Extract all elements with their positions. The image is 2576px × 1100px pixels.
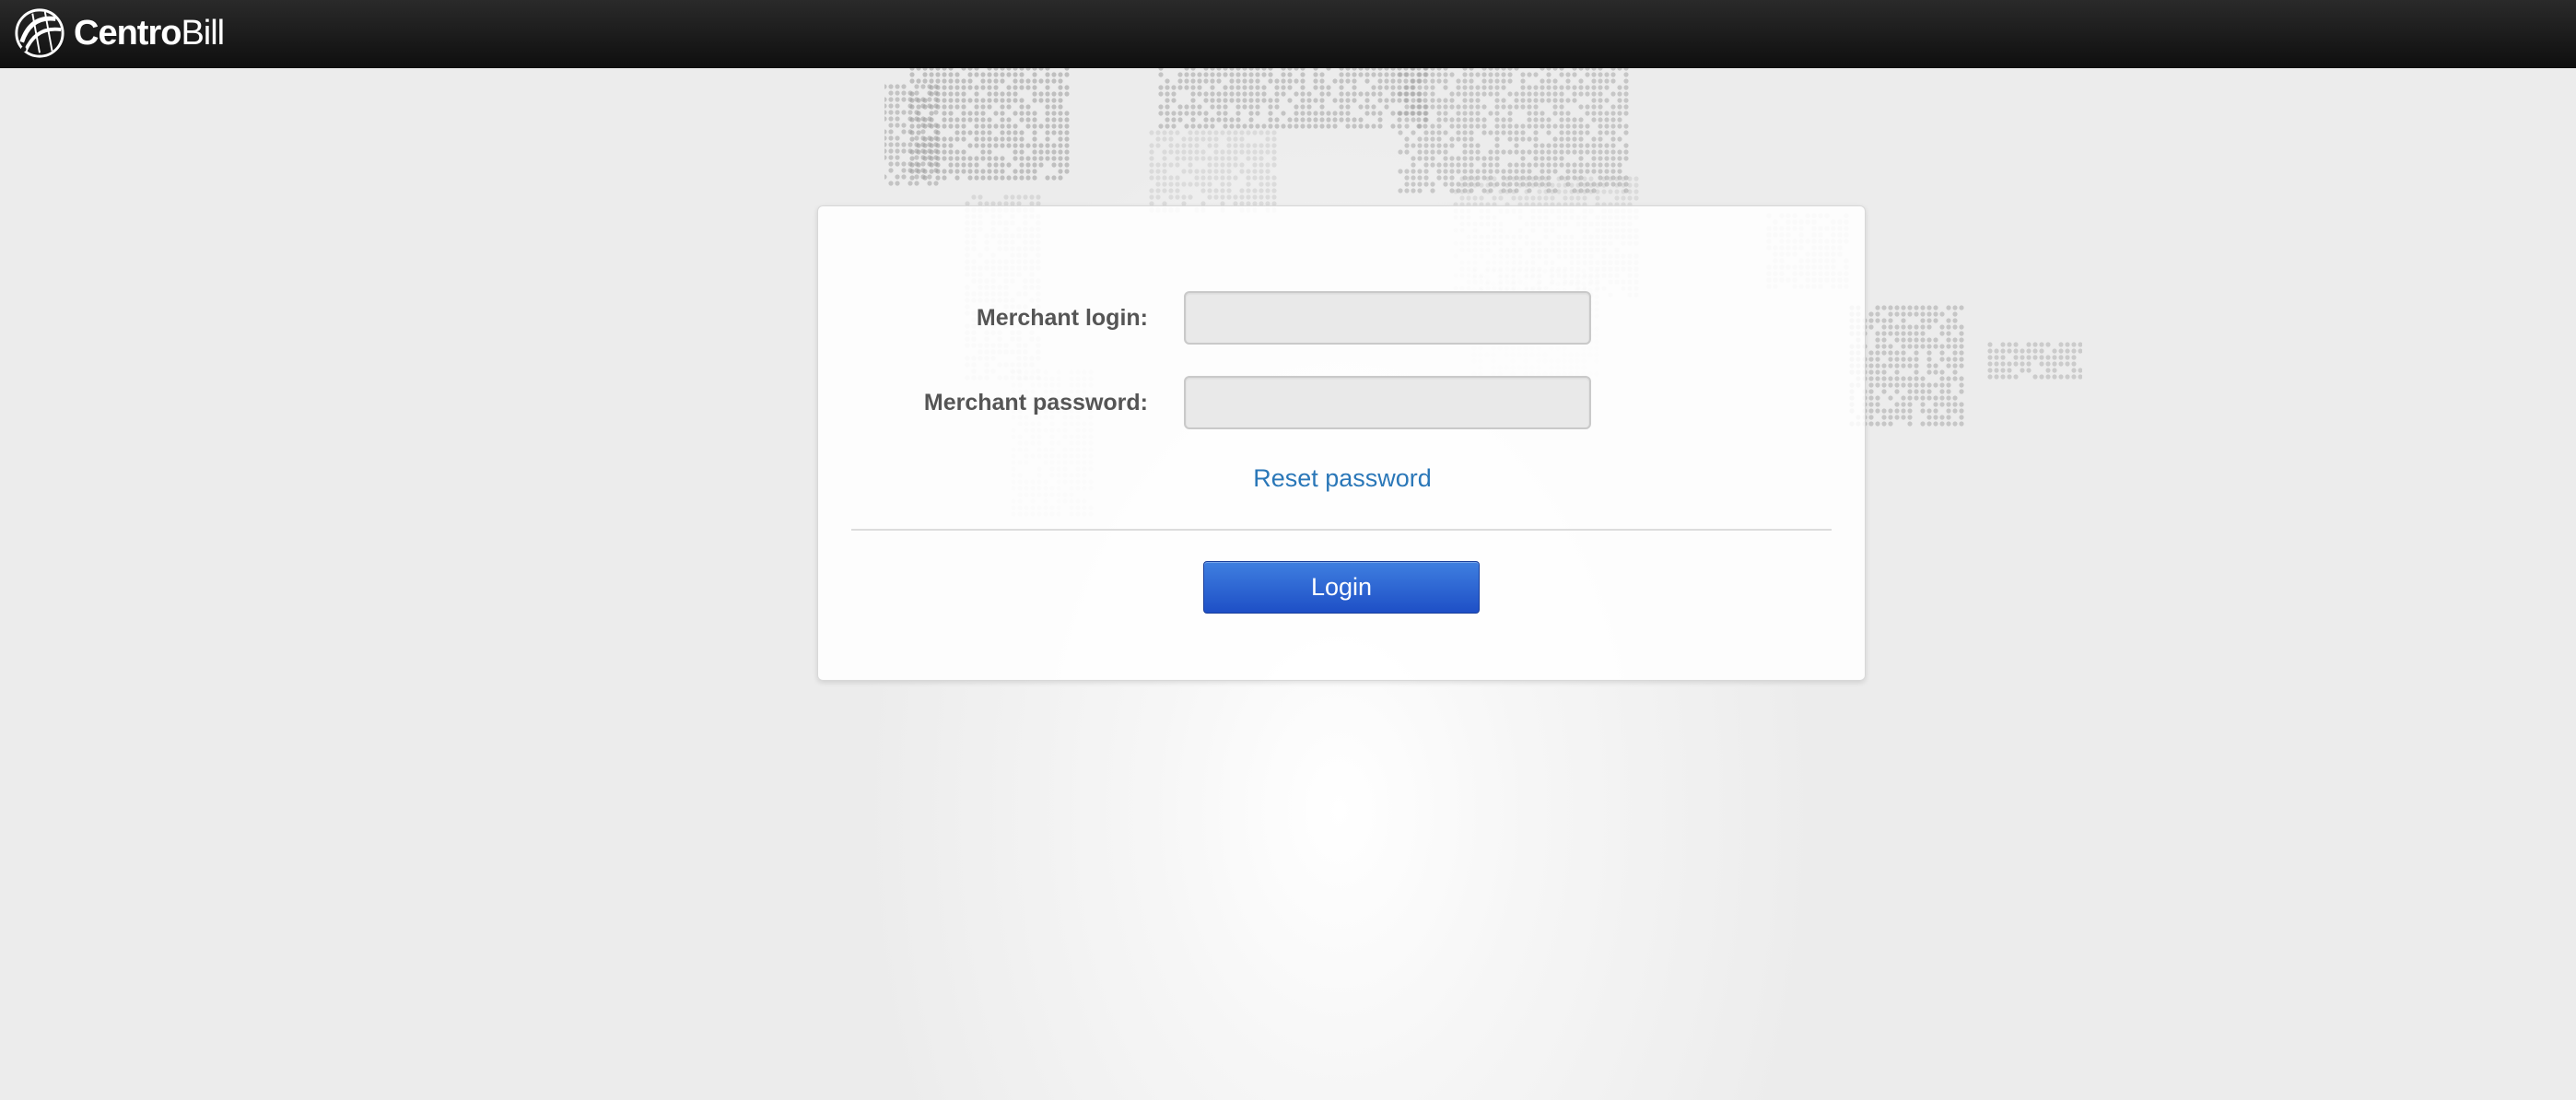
globe-swirl-icon xyxy=(15,8,64,58)
password-row: Merchant password: xyxy=(818,376,1865,429)
logo-text-bold: Centro xyxy=(74,13,181,53)
merchant-login-input[interactable] xyxy=(1184,291,1591,345)
logo-text-light: Bill xyxy=(181,13,225,53)
login-row: Merchant login: xyxy=(818,291,1865,345)
reset-password-link[interactable]: Reset password xyxy=(818,464,1867,493)
login-button[interactable]: Login xyxy=(1203,561,1480,614)
merchant-password-input[interactable] xyxy=(1184,376,1591,429)
top-bar: CentroBill xyxy=(0,0,2576,68)
login-panel: Merchant login: Merchant password: Reset… xyxy=(817,205,1866,681)
centrobill-logo[interactable]: CentroBill xyxy=(13,2,225,64)
divider xyxy=(851,529,1832,531)
logo-wordmark: CentroBill xyxy=(74,13,225,53)
merchant-login-label: Merchant login: xyxy=(976,305,1148,331)
merchant-password-label: Merchant password: xyxy=(923,390,1148,415)
